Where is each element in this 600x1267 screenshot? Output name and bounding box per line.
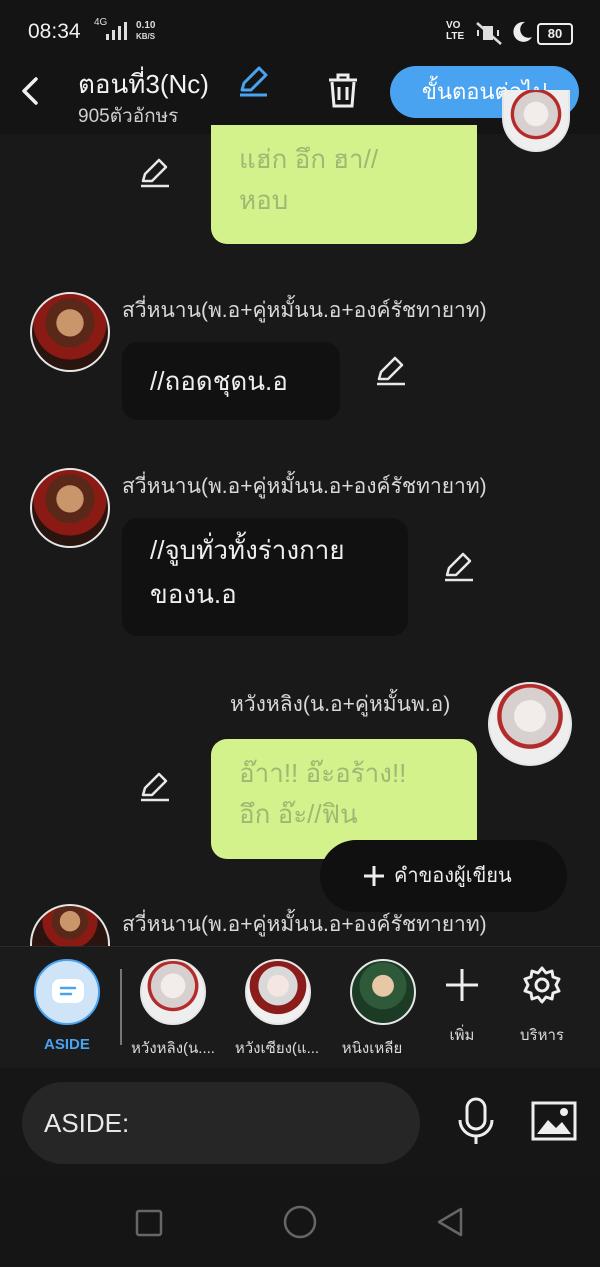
message-input[interactable]: ASIDE: bbox=[22, 1082, 420, 1164]
add-character-icon[interactable] bbox=[444, 967, 480, 1003]
message-bubble[interactable]: //ถอดชุดน.อ bbox=[122, 342, 340, 420]
volte-indicator: VO LTE bbox=[446, 20, 465, 42]
character-label: หวังเซียง(แ... bbox=[234, 1040, 320, 1057]
message-text: ของน.อ bbox=[150, 579, 237, 609]
mute-vibrate-icon bbox=[476, 22, 502, 45]
back-arrow-icon[interactable] bbox=[18, 76, 44, 106]
edit-message-icon[interactable] bbox=[374, 354, 408, 388]
character-avatar[interactable] bbox=[140, 959, 206, 1025]
divider bbox=[120, 969, 122, 1045]
edit-message-icon[interactable] bbox=[138, 770, 172, 804]
message-text: //จูบทั่วทั้งร่างกาย bbox=[150, 535, 345, 565]
character-name: สวี่หนาน(พ.อ+คู่หมั้นน.อ+องค์รัชทายาท) bbox=[122, 299, 487, 322]
chat-bubble-icon bbox=[52, 979, 84, 1003]
system-navigation-bar bbox=[0, 1178, 600, 1267]
edit-message-icon[interactable] bbox=[442, 550, 476, 584]
aside-label: ASIDE bbox=[44, 1036, 90, 1053]
image-icon[interactable] bbox=[530, 1100, 578, 1142]
character-label: หวังหลิง(น.... bbox=[131, 1040, 215, 1057]
character-avatar[interactable] bbox=[350, 959, 416, 1025]
clock: 08:34 bbox=[28, 20, 81, 43]
status-bar: 08:34 4G 0.10 KB/S VO LTE 80 bbox=[0, 0, 600, 62]
manage-label: บริหาร bbox=[520, 1027, 564, 1044]
character-avatar[interactable] bbox=[245, 959, 311, 1025]
page-title: ตอนที่3(Nc) bbox=[78, 69, 209, 99]
message-bubble[interactable]: //จูบทั่วทั้งร่างกาย ของน.อ bbox=[122, 518, 408, 636]
message-text: แฮ่ก อึก ฮา// bbox=[239, 144, 379, 174]
trash-icon[interactable] bbox=[326, 72, 360, 108]
character-label: หนิงเหลีย bbox=[341, 1040, 403, 1057]
recent-apps-icon[interactable] bbox=[134, 1208, 164, 1238]
add-label: เพิ่ม bbox=[449, 1027, 475, 1044]
avatar[interactable] bbox=[30, 292, 110, 372]
avatar[interactable] bbox=[30, 904, 110, 946]
character-selector: ASIDE หวังหลิง(น.... หวังเซียง(แ... หนิง… bbox=[0, 946, 600, 1069]
battery-indicator: 80 bbox=[537, 23, 573, 45]
plus-icon bbox=[364, 866, 384, 886]
author-note-label: คำของผู้เขียน bbox=[394, 865, 512, 887]
avatar[interactable] bbox=[30, 468, 110, 548]
author-note-button[interactable]: คำของผู้เขียน bbox=[320, 840, 567, 912]
back-icon[interactable] bbox=[434, 1206, 466, 1238]
edit-title-icon[interactable] bbox=[236, 64, 270, 98]
message-text: //ถอดชุดน.อ bbox=[150, 366, 288, 396]
message-text: อึก อ๊ะ//ฟิน bbox=[239, 799, 358, 829]
message-text: หอบ bbox=[239, 185, 289, 215]
character-count: 905ตัวอักษร bbox=[78, 106, 179, 127]
avatar[interactable] bbox=[502, 90, 570, 152]
character-name: หวังหลิง(น.อ+คู่หมั้นพ.อ) bbox=[230, 693, 451, 716]
home-icon[interactable] bbox=[282, 1204, 318, 1240]
message-text: อ๊าา!! อ๊ะอร้าง!! bbox=[239, 758, 407, 788]
signal-icon bbox=[106, 22, 127, 40]
network-speed: 0.10 KB/S bbox=[136, 20, 156, 41]
gear-icon[interactable] bbox=[522, 965, 562, 1005]
character-name: สวี่หนาน(พ.อ+คู่หมั้นน.อ+องค์รัชทายาท) bbox=[122, 475, 487, 498]
moon-icon bbox=[513, 21, 532, 42]
character-name: สวี่หนาน(พ.อ+คู่หมั้นน.อ+องค์รัชทายาท) bbox=[122, 913, 487, 936]
edit-message-icon[interactable] bbox=[138, 156, 172, 190]
aside-character[interactable] bbox=[34, 959, 100, 1025]
message-bubble[interactable]: แฮ่ก อึก ฮา// หอบ bbox=[211, 125, 477, 244]
microphone-icon[interactable] bbox=[456, 1096, 496, 1148]
avatar[interactable] bbox=[488, 682, 572, 766]
